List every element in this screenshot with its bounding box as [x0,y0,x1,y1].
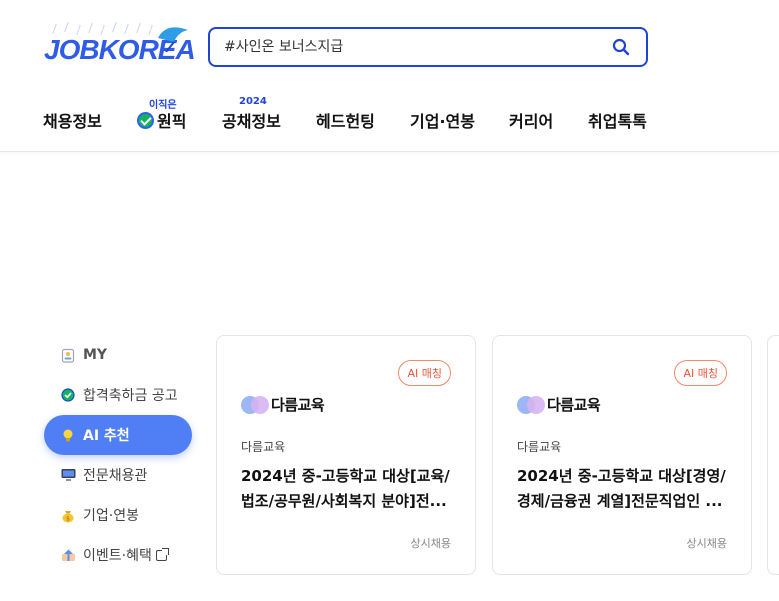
jobkorea-logo[interactable]: JOBKOREA [44,22,196,68]
nav-item-onepick[interactable]: 이직은 원픽 [137,100,187,132]
monitor-icon [60,467,76,483]
sidebar: MY 합격축하금 공고 AI 추천 전문채용관 $ 기업·연봉 이벤트·혜택 [44,335,192,575]
sidebar-item-label: AI 추천 [83,428,130,444]
sidebar-item-label: 기업·연봉 [83,508,139,524]
company-name: 다름교육 [517,440,562,454]
nav-label: 채용정보 [43,112,102,131]
lightbulb-icon [60,427,76,443]
sidebar-item-ai-recommend[interactable]: AI 추천 [44,415,192,455]
sidebar-item-congrats-bonus[interactable]: 합격축하금 공고 [44,375,192,415]
nav-label: 기업·연봉 [410,112,475,131]
search-icon [612,38,630,56]
sidebar-item-professional[interactable]: 전문채용관 [44,455,192,495]
sidebar-item-label: 전문채용관 [83,468,148,484]
external-link-icon [155,547,169,561]
sidebar-item-events[interactable]: 이벤트·혜택 [44,535,192,575]
nav-label: 커리어 [509,112,554,131]
company-logo: 다름교육 [517,394,601,415]
job-card-next-peek[interactable] [767,335,779,575]
sidebar-item-company-salary[interactable]: $ 기업·연봉 [44,495,192,535]
company-logo: 다름교육 [241,394,325,415]
recruit-status: 상시채용 [686,537,727,550]
nav-label: 헤드헌팅 [316,112,375,131]
recruit-status: 상시채용 [410,537,451,550]
search-input[interactable] [224,39,610,55]
nav-item-company-salary[interactable]: 기업·연봉 [410,108,475,132]
ai-match-badge: AI 매칭 [398,360,451,386]
nav-label: 원픽 [157,112,187,131]
job-title[interactable]: 2024년 중-고등학교 대상[경영/경제/금융권 계열]전문직업인 ... [517,464,729,514]
check-circle-icon [60,387,76,403]
gift-icon [60,547,76,563]
sidebar-item-label: 이벤트·혜택 [83,548,152,564]
job-card[interactable]: AI 매칭 다름교육 다름교육 2024년 중-고등학교 대상[경영/경제/금융… [492,335,752,575]
nav-item-job-talk[interactable]: 취업톡톡 [588,108,647,132]
svg-text:$: $ [66,515,70,522]
nav-tag: 2024 [239,96,267,107]
umbrella-icon [158,27,188,52]
sidebar-item-label: MY [83,347,108,363]
nav-item-public-recruit[interactable]: 2024 공채정보 [222,96,281,132]
nav-label: 공채정보 [222,112,281,131]
nav-tag: 이직은 [149,100,177,111]
sidebar-item-label: 합격축하금 공고 [83,388,178,404]
nav-label: 취업톡톡 [588,112,647,131]
nav-item-career[interactable]: 커리어 [509,108,553,132]
company-name: 다름교육 [241,440,286,454]
main-nav: 채용정보 이직은 원픽 2024 공채정보 헤드헌팅 기업·연봉 커리어 취업톡… [0,96,779,146]
search-button[interactable] [610,36,632,58]
ai-match-badge: AI 매칭 [674,360,727,386]
job-title[interactable]: 2024년 중-고등학교 대상[교육/법조/공무원/사회복지 분야]전... [241,464,453,514]
company-logo-name: 다름교육 [271,396,325,414]
job-card[interactable]: AI 매칭 다름교육 다름교육 2024년 중-고등학교 대상[교육/법조/공무… [216,335,476,575]
site-header: JOBKOREA 채용정보 이직은 원픽 2024 공채정보 헤드헌팅 [0,0,779,152]
search-bar[interactable] [208,27,648,67]
check-badge-icon [137,112,154,129]
sidebar-item-my[interactable]: MY [44,335,192,375]
company-logo-mark-icon [517,395,545,414]
nav-item-jobs[interactable]: 채용정보 [43,108,102,132]
money-bag-icon: $ [60,507,76,523]
company-logo-name: 다름교육 [547,396,601,414]
id-badge-icon [60,347,76,363]
company-logo-mark-icon [241,395,269,414]
nav-item-headhunting[interactable]: 헤드헌팅 [316,108,375,132]
